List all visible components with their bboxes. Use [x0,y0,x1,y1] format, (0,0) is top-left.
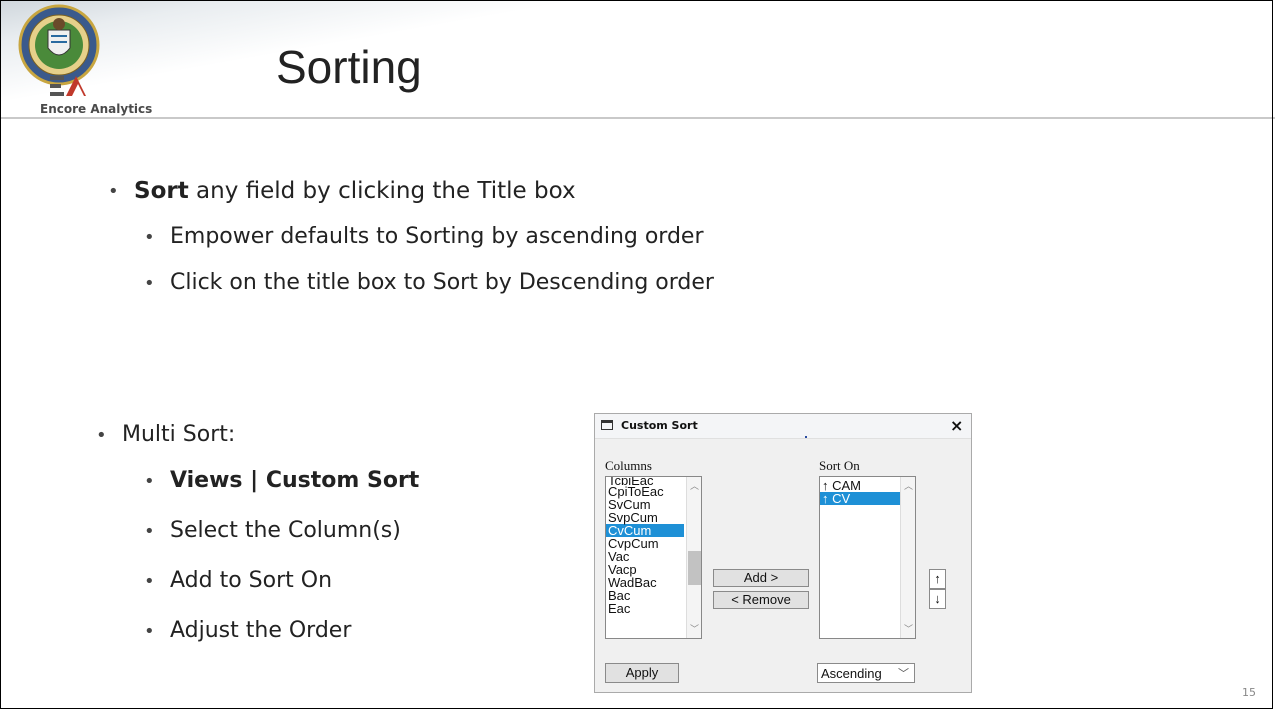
bullet-dot: • [144,273,155,294]
bullet-views: • Views | Custom Sort [144,468,420,493]
window-icon [601,420,613,430]
bullet-dot: • [144,621,155,642]
titlebar-dot [805,436,807,438]
bullet-dot: • [144,227,155,248]
bullet-select: • Select the Column(s) [144,518,401,543]
bullet-sort-bold: Sort [134,178,189,204]
apply-button[interactable]: Apply [605,663,679,683]
sort-on-label: Sort On [819,458,860,473]
header-divider [0,117,1275,119]
move-up-button[interactable]: ↑ [929,569,946,589]
bullet-sub2-text: Click on the title box to Sort by Descen… [170,270,714,295]
bullet-sub1-text: Empower defaults to Sorting by ascending… [170,224,704,249]
scroll-up-icon[interactable]: ︿ [687,479,701,493]
sort-on-scrollbar[interactable]: ︿ ﹀ [900,477,915,638]
order-select[interactable]: Ascending ﹀ [817,663,915,683]
scroll-thumb[interactable] [688,551,701,585]
bullet-adjust-text: Adjust the Order [170,618,352,643]
bullet-sub2: • Click on the title box to Sort by Desc… [144,270,714,295]
bullet-dot: • [144,521,155,542]
bullet-sort-text: any field by clicking the Title box [188,178,576,204]
columns-scrollbar[interactable]: ︿ ﹀ [686,477,701,638]
dialog-titlebar[interactable]: Custom Sort × [595,414,971,439]
bullet-dot: • [96,425,107,446]
close-icon[interactable]: × [950,416,963,435]
chevron-down-icon: ﹀ [898,668,909,680]
bullet-views-text: Views | Custom Sort [170,468,420,493]
custom-sort-dialog: Custom Sort × Columns Sort On TcpiEac Cp… [594,413,972,693]
bullet-dot: • [144,571,155,592]
add-button[interactable]: Add > [713,569,809,587]
scroll-down-icon[interactable]: ﹀ [687,622,701,636]
bullet-sort: • Sort any field by clicking the Title b… [108,178,576,204]
bullet-add-text: Add to Sort On [170,568,333,593]
scroll-up-icon[interactable]: ︿ [901,479,915,493]
bullet-adjust: • Adjust the Order [144,618,352,643]
bullet-multi: • Multi Sort: [96,422,236,447]
bullet-add: • Add to Sort On [144,568,333,593]
bullet-dot: • [108,181,119,202]
columns-label: Columns [605,458,652,473]
encore-analytics-logo-icon [50,76,86,96]
logo-text: Encore Analytics [40,102,153,116]
order-select-value: Ascending [821,666,882,681]
slide-header: Encore Analytics Sorting [0,0,1275,119]
sort-item-selected[interactable]: ↑ CV [820,492,900,505]
scroll-down-icon[interactable]: ﹀ [901,622,915,636]
list-item-label: TcpiEac [608,477,654,485]
columns-listbox[interactable]: TcpiEac CpiToEac SvCum SvpCum CvCum CvpC… [605,476,702,639]
bullet-sub1: • Empower defaults to Sorting by ascendi… [144,224,704,249]
bullet-multi-text: Multi Sort: [122,422,236,447]
page-number: 15 [1242,686,1256,699]
move-down-button[interactable]: ↓ [929,589,946,609]
remove-button[interactable]: < Remove [713,591,809,609]
bullet-select-text: Select the Column(s) [170,518,401,543]
sort-on-listbox[interactable]: ↑ CAM ↑ CV ︿ ﹀ [819,476,916,639]
page-title: Sorting [276,41,422,93]
header-background [0,0,1275,118]
bullet-dot: • [144,471,155,492]
dialog-title: Custom Sort [621,419,698,432]
